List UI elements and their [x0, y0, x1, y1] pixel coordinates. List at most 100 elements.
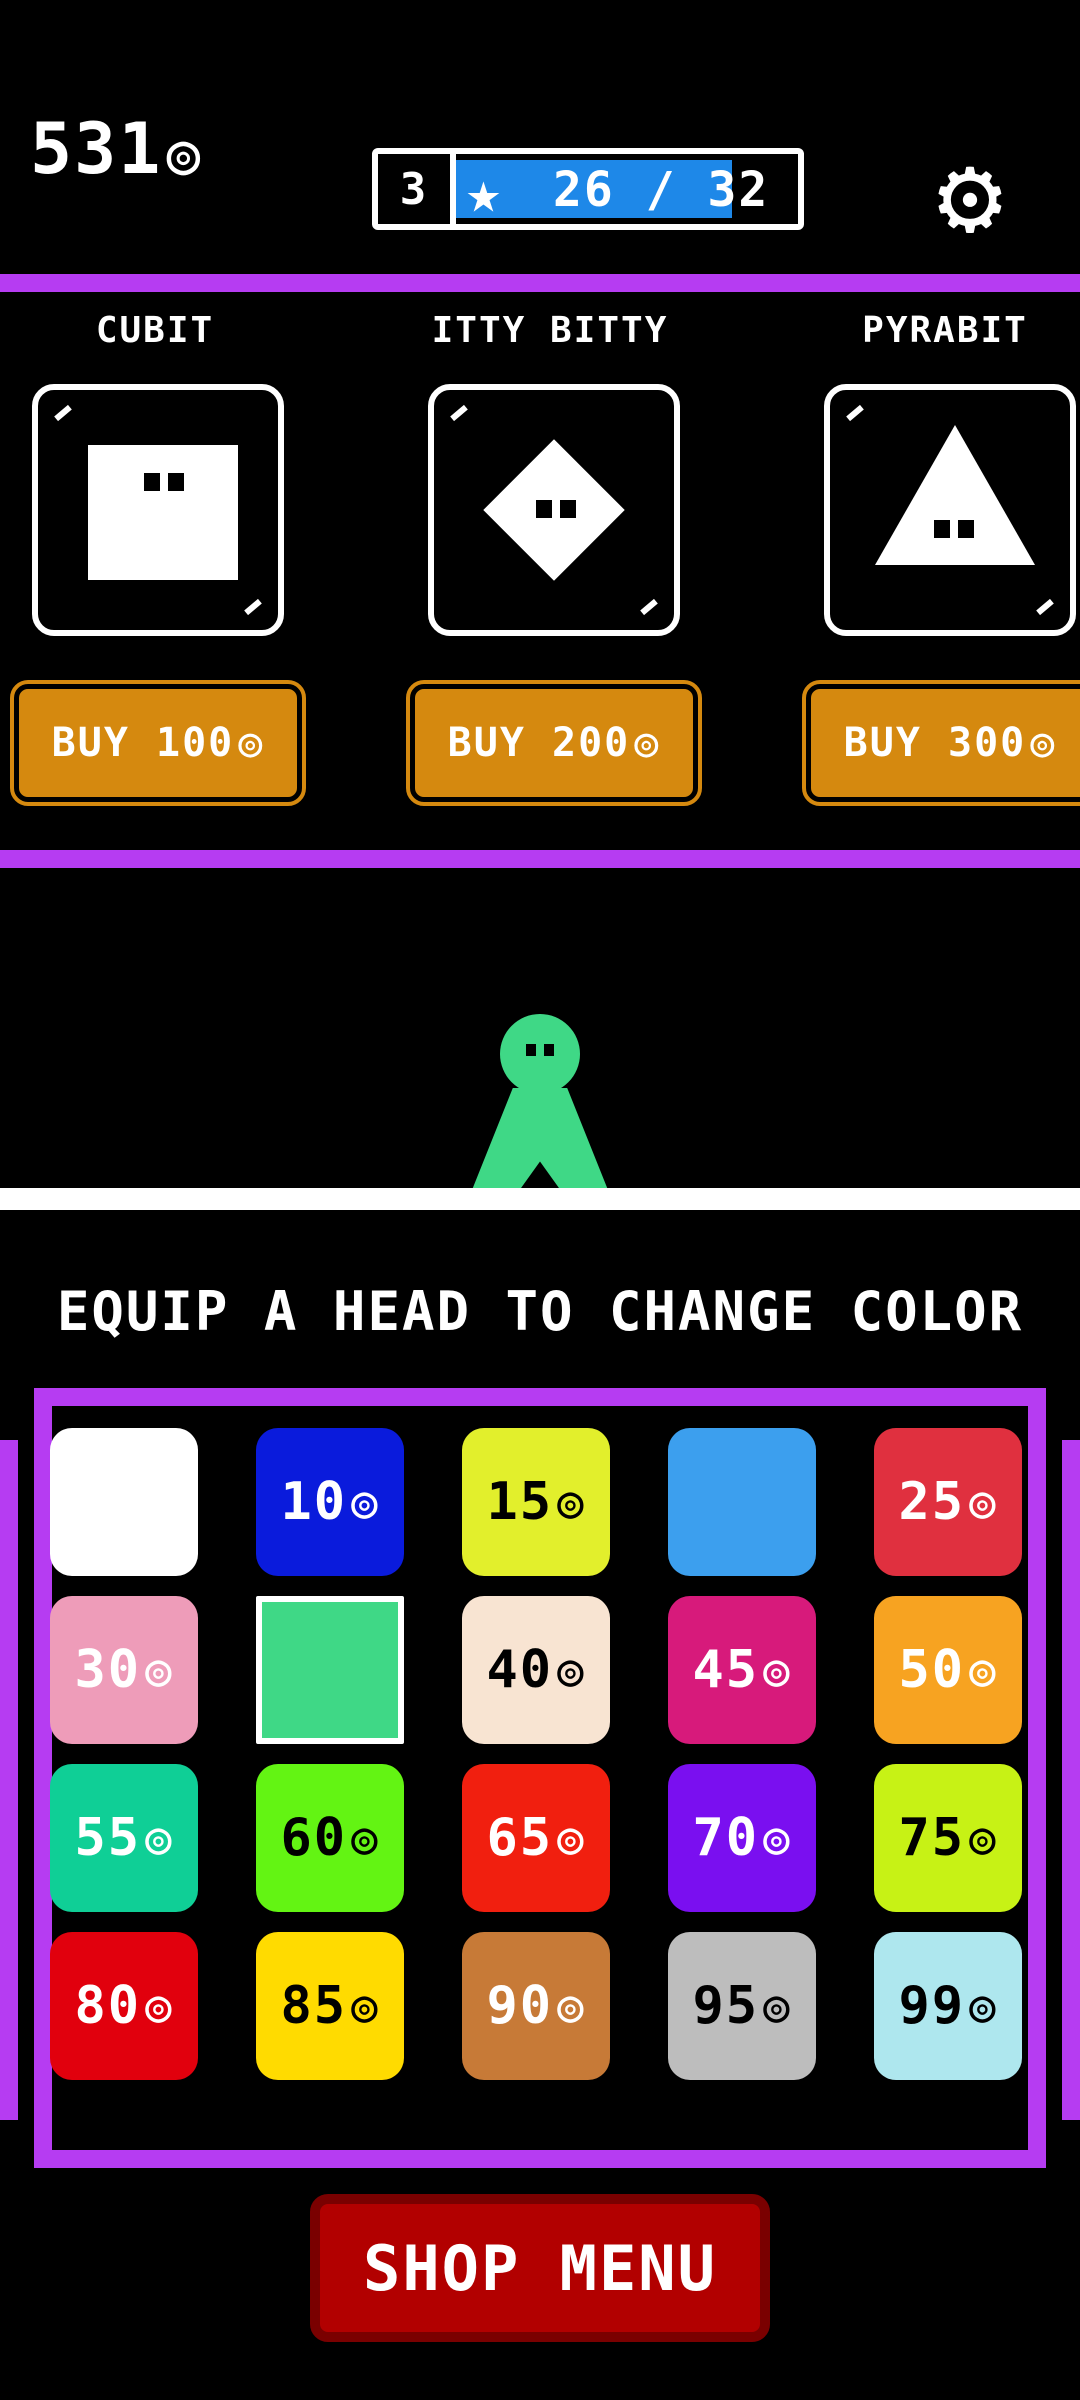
coin-count: 531 — [30, 108, 163, 190]
swatch-price: 40 — [486, 1640, 554, 1700]
divider-top — [0, 274, 1080, 292]
coin-icon: ◎ — [145, 1812, 174, 1864]
coin-icon: ◎ — [1030, 720, 1057, 766]
coin-icon: ◎ — [145, 1980, 174, 2032]
swatch-price: 80 — [74, 1976, 142, 2036]
coin-icon: ◎ — [557, 1812, 586, 1864]
coin-icon: ◎ — [557, 1644, 586, 1696]
color-swatch[interactable]: 99 ◎ — [874, 1932, 1022, 2080]
swatch-price: 99 — [898, 1976, 966, 2036]
divider-middle — [0, 850, 1080, 868]
color-swatch[interactable] — [256, 1596, 404, 1744]
eye — [958, 520, 974, 538]
glint-icon — [1036, 598, 1054, 616]
coin-icon: ◎ — [763, 1812, 792, 1864]
coin-icon: ◎ — [238, 720, 265, 766]
swatch-price: 85 — [280, 1976, 348, 2036]
cube-head-icon — [88, 445, 238, 580]
color-swatch[interactable]: 90 ◎ — [462, 1932, 610, 2080]
eye — [560, 500, 576, 518]
coin-icon: ◎ — [351, 1476, 380, 1528]
swatch-price: 45 — [692, 1640, 760, 1700]
swatch-price: 70 — [692, 1808, 760, 1868]
eye — [536, 500, 552, 518]
settings-gear-icon[interactable]: ⚙ — [915, 140, 1025, 250]
coin-icon: ◎ — [557, 1476, 586, 1528]
character-card-itty-bitty[interactable] — [428, 384, 680, 636]
buy-label: BUY 200 — [447, 720, 631, 766]
color-swatch[interactable]: 95 ◎ — [668, 1932, 816, 2080]
floor-line — [0, 1188, 1080, 1210]
swatch-price: 50 — [898, 1640, 966, 1700]
level-progress-bar: 3 ★ 26 / 32 — [372, 148, 804, 230]
glint-icon — [244, 598, 262, 616]
equip-instruction-text: EQUIP A HEAD TO CHANGE COLOR — [56, 1280, 1024, 1343]
coin-icon: ◎ — [969, 1812, 998, 1864]
buy-cubit-button[interactable]: BUY 100 ◎ — [10, 680, 306, 806]
swatch-price: 95 — [692, 1976, 760, 2036]
color-swatch[interactable]: 10 ◎ — [256, 1428, 404, 1576]
color-swatch[interactable]: 80 ◎ — [50, 1932, 198, 2080]
buy-label: BUY 300 — [843, 720, 1027, 766]
buy-label: BUY 100 — [51, 720, 235, 766]
color-swatch[interactable]: 45 ◎ — [668, 1596, 816, 1744]
glint-icon — [640, 598, 658, 616]
swatch-price: 60 — [280, 1808, 348, 1868]
color-swatch[interactable]: 55 ◎ — [50, 1764, 198, 1912]
swatch-price: 30 — [74, 1640, 142, 1700]
color-swatch[interactable]: 60 ◎ — [256, 1764, 404, 1912]
character-card-pyrabit[interactable] — [824, 384, 1076, 636]
glint-icon — [450, 404, 468, 422]
swatch-price: 75 — [898, 1808, 966, 1868]
color-swatch[interactable] — [50, 1428, 198, 1576]
swatch-price: 15 — [486, 1472, 554, 1532]
coin-icon: ◎ — [634, 720, 661, 766]
color-swatch[interactable]: 65 ◎ — [462, 1764, 610, 1912]
coin-icon: ◎ — [969, 1476, 998, 1528]
coin-icon: ◎ — [969, 1644, 998, 1696]
coin-icon: ◎ — [145, 1644, 174, 1696]
color-swatch[interactable]: 15 ◎ — [462, 1428, 610, 1576]
diamond-head-icon — [483, 439, 625, 581]
player-head — [500, 1014, 580, 1094]
swatch-price: 55 — [74, 1808, 142, 1868]
character-card-cubit[interactable] — [32, 384, 284, 636]
star-icon: ★ — [466, 158, 501, 226]
coin-counter: 531◎ — [30, 108, 202, 190]
shop-menu-button[interactable]: SHOP MENU — [310, 2194, 770, 2342]
color-swatch[interactable]: 50 ◎ — [874, 1596, 1022, 1744]
swatch-price: 10 — [280, 1472, 348, 1532]
eye — [526, 1044, 536, 1056]
glint-icon — [846, 404, 864, 422]
coin-icon: ◎ — [351, 1980, 380, 2032]
coin-icon: ◎ — [557, 1980, 586, 2032]
buy-pyrabit-button[interactable]: BUY 300 ◎ — [802, 680, 1080, 806]
character-name-pyrabit: PYRABIT — [862, 310, 1028, 351]
coin-icon: ◎ — [969, 1980, 998, 2032]
coin-icon: ◎ — [763, 1644, 792, 1696]
swatch-price: 25 — [898, 1472, 966, 1532]
eye — [934, 520, 950, 538]
level-number: 3 — [378, 154, 456, 224]
eye — [144, 473, 160, 491]
color-swatch[interactable]: 30 ◎ — [50, 1596, 198, 1744]
coin-icon: ◎ — [351, 1812, 380, 1864]
character-name-itty-bitty: ITTY BITTY — [431, 310, 669, 351]
color-swatch[interactable]: 70 ◎ — [668, 1764, 816, 1912]
color-swatch[interactable] — [668, 1428, 816, 1576]
color-swatch[interactable]: 85 ◎ — [256, 1932, 404, 2080]
color-swatch[interactable]: 75 ◎ — [874, 1764, 1022, 1912]
swatch-price: 65 — [486, 1808, 554, 1868]
character-name-cubit: CUBIT — [95, 310, 215, 351]
buy-itty-bitty-button[interactable]: BUY 200 ◎ — [406, 680, 702, 806]
color-swatch[interactable]: 25 ◎ — [874, 1428, 1022, 1576]
player-body — [472, 1088, 608, 1190]
xp-progress-text: 26 / 32 — [553, 162, 770, 218]
eye — [168, 473, 184, 491]
swatch-price: 90 — [486, 1976, 554, 2036]
coin-icon: ◎ — [763, 1980, 792, 2032]
eye — [544, 1044, 554, 1056]
pyramid-head-icon — [875, 425, 1035, 565]
color-swatch[interactable]: 40 ◎ — [462, 1596, 610, 1744]
coin-icon: ◎ — [166, 122, 203, 187]
